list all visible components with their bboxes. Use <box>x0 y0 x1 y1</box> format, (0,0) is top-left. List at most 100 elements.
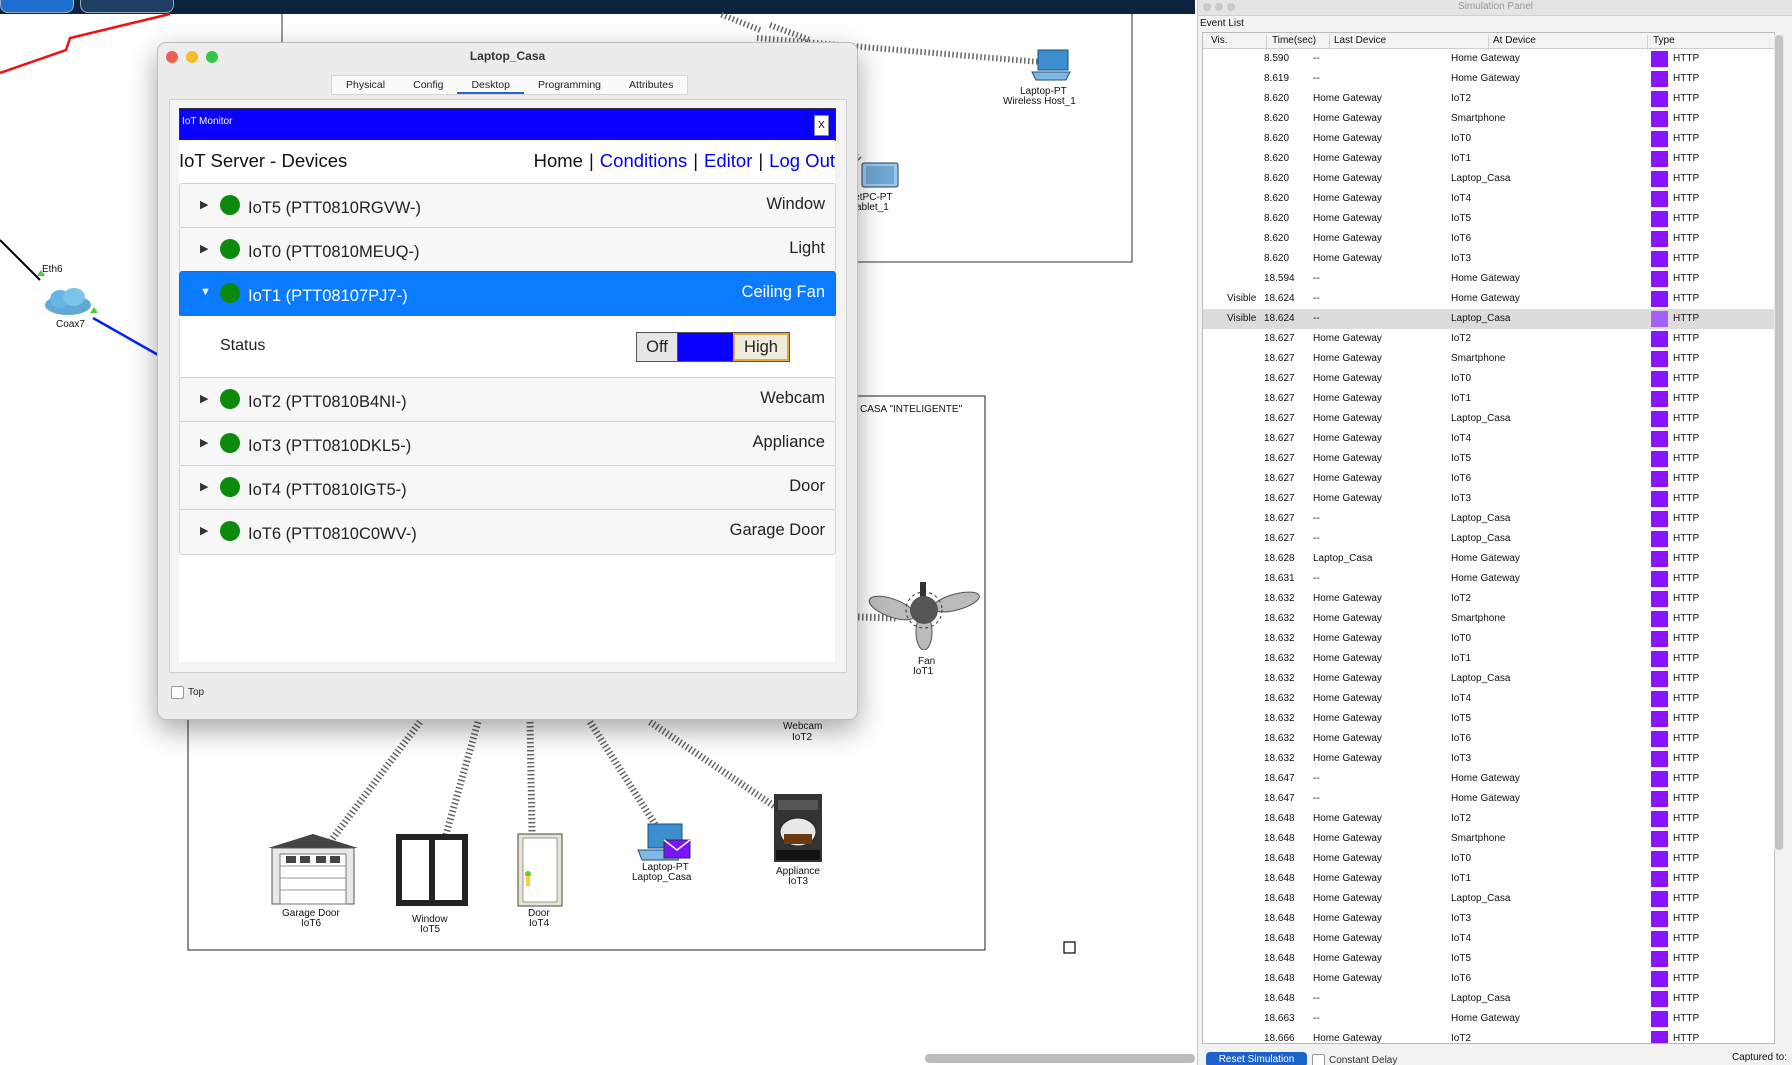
nav-logout-link[interactable]: Log Out <box>769 150 835 171</box>
event-row[interactable]: 18.627 Home Gateway IoT0 HTTP <box>1203 369 1774 389</box>
nav-home[interactable]: Home <box>534 150 583 171</box>
event-row[interactable]: 18.632 Home Gateway IoT6 HTTP <box>1203 729 1774 749</box>
event-row[interactable]: 18.632 Home Gateway IoT4 HTTP <box>1203 689 1774 709</box>
ceiling-fan-icon[interactable] <box>868 580 982 650</box>
event-row[interactable]: 8.620 Home Gateway IoT4 HTTP <box>1203 189 1774 209</box>
device-row-iot2[interactable]: ▶ IoT2 (PTT0810B4NI-) Webcam <box>179 377 836 423</box>
event-row[interactable]: 18.627 Home Gateway IoT6 HTTP <box>1203 469 1774 489</box>
event-row[interactable]: 18.594 -- Home Gateway HTTP <box>1203 269 1774 289</box>
event-row[interactable]: 18.627 -- Laptop_Casa HTTP <box>1203 509 1774 529</box>
col-header-vis[interactable]: Vis. <box>1211 35 1228 46</box>
event-row[interactable]: 18.647 -- Home Gateway HTTP <box>1203 789 1774 809</box>
event-row[interactable]: 8.590 -- Home Gateway HTTP <box>1203 49 1774 69</box>
event-row[interactable]: 18.648 Home Gateway IoT4 HTTP <box>1203 929 1774 949</box>
event-last-device: Home Gateway <box>1313 373 1382 384</box>
col-header-last-device[interactable]: Last Device <box>1334 35 1386 46</box>
event-row[interactable]: 18.627 Home Gateway IoT5 HTTP <box>1203 449 1774 469</box>
laptop-casa-icon[interactable] <box>634 820 694 864</box>
event-row[interactable]: 18.648 Home Gateway IoT6 HTTP <box>1203 969 1774 989</box>
tab-attributes[interactable]: Attributes <box>615 76 687 94</box>
event-row[interactable]: 8.619 -- Home Gateway HTTP <box>1203 69 1774 89</box>
event-row[interactable]: 18.631 -- Home Gateway HTTP <box>1203 569 1774 589</box>
event-row[interactable]: 18.632 Home Gateway IoT5 HTTP <box>1203 709 1774 729</box>
event-row[interactable]: 18.627 Home Gateway IoT2 HTTP <box>1203 329 1774 349</box>
col-header-time[interactable]: Time(sec) <box>1272 35 1316 46</box>
reset-simulation-button[interactable]: Reset Simulation <box>1206 1052 1307 1065</box>
tab-physical[interactable]: Physical <box>332 76 399 94</box>
workspace-horizontal-scrollbar[interactable] <box>925 1054 1195 1063</box>
event-row[interactable]: 8.620 Home Gateway IoT2 HTTP <box>1203 89 1774 109</box>
device-row-iot1[interactable]: ▼ IoT1 (PTT08107PJ7-) Ceiling Fan <box>179 271 836 317</box>
nav-editor-link[interactable]: Editor <box>704 150 752 171</box>
event-row[interactable]: 8.620 Home Gateway Laptop_Casa HTTP <box>1203 169 1774 189</box>
event-at-device: IoT1 <box>1451 153 1472 164</box>
device-row-iot4[interactable]: ▶ IoT4 (PTT0810IGT5-) Door <box>179 465 836 511</box>
cloud-icon[interactable] <box>42 287 94 317</box>
event-row[interactable]: 8.620 Home Gateway IoT1 HTTP <box>1203 149 1774 169</box>
event-row[interactable]: 18.627 Home Gateway IoT1 HTTP <box>1203 389 1774 409</box>
constant-delay-checkbox[interactable]: Constant Delay <box>1312 1054 1397 1065</box>
coffee-maker-icon[interactable] <box>772 792 824 864</box>
event-row[interactable]: 18.627 Home Gateway IoT4 HTTP <box>1203 429 1774 449</box>
event-row[interactable]: 18.648 Home Gateway IoT2 HTTP <box>1203 809 1774 829</box>
iot-monitor-close-button[interactable]: X <box>814 115 829 136</box>
event-row[interactable]: 18.632 Home Gateway IoT2 HTTP <box>1203 589 1774 609</box>
event-type-color-swatch <box>1651 851 1668 867</box>
nav-conditions-link[interactable]: Conditions <box>600 150 687 171</box>
event-row[interactable]: 8.620 Home Gateway IoT6 HTTP <box>1203 229 1774 249</box>
event-row[interactable]: 18.632 Home Gateway Smartphone HTTP <box>1203 609 1774 629</box>
event-last-device: Home Gateway <box>1313 193 1382 204</box>
event-type-color-swatch <box>1651 51 1668 67</box>
device-row-iot0[interactable]: ▶ IoT0 (PTT0810MEUQ-) Light <box>179 227 836 273</box>
event-row[interactable]: 18.648 Home Gateway IoT1 HTTP <box>1203 869 1774 889</box>
event-row[interactable]: 18.648 Home Gateway Laptop_Casa HTTP <box>1203 889 1774 909</box>
tab-programming[interactable]: Programming <box>524 76 615 94</box>
door-icon[interactable] <box>516 832 564 908</box>
event-row[interactable]: 18.663 -- Home Gateway HTTP <box>1203 1009 1774 1029</box>
event-row[interactable]: 8.620 Home Gateway IoT5 HTTP <box>1203 209 1774 229</box>
event-row[interactable]: Visible 18.624 -- Home Gateway HTTP <box>1203 289 1774 309</box>
event-row[interactable]: 18.627 Home Gateway Smartphone HTTP <box>1203 349 1774 369</box>
fan-high-button[interactable]: High <box>733 333 789 361</box>
col-header-type[interactable]: Type <box>1653 35 1675 46</box>
event-row[interactable]: 18.648 Home Gateway IoT3 HTTP <box>1203 909 1774 929</box>
event-row[interactable]: 18.627 Home Gateway IoT3 HTTP <box>1203 489 1774 509</box>
checkbox-box[interactable] <box>171 686 184 699</box>
device-row-iot3[interactable]: ▶ IoT3 (PTT0810DKL5-) Appliance <box>179 421 836 467</box>
event-row[interactable]: 18.632 Home Gateway IoT0 HTTP <box>1203 629 1774 649</box>
event-row[interactable]: 18.648 Home Gateway IoT5 HTTP <box>1203 949 1774 969</box>
tab-desktop[interactable]: Desktop <box>457 76 524 94</box>
event-row[interactable]: 18.666 Home Gateway IoT2 HTTP <box>1203 1029 1774 1043</box>
event-row[interactable]: 18.648 Home Gateway Smartphone HTTP <box>1203 829 1774 849</box>
tab-config[interactable]: Config <box>399 76 457 94</box>
event-row[interactable]: 8.620 Home Gateway IoT3 HTTP <box>1203 249 1774 269</box>
event-row[interactable]: 18.632 Home Gateway IoT3 HTTP <box>1203 749 1774 769</box>
event-list-label: Event List <box>1200 18 1244 29</box>
event-row[interactable]: 18.648 -- Laptop_Casa HTTP <box>1203 989 1774 1009</box>
event-row[interactable]: 8.620 Home Gateway Smartphone HTTP <box>1203 109 1774 129</box>
event-row[interactable]: 18.632 Home Gateway IoT1 HTTP <box>1203 649 1774 669</box>
tablet-icon[interactable] <box>858 160 902 190</box>
fan-low-button[interactable]: Low <box>678 333 733 361</box>
event-row[interactable]: Visible 18.624 -- Laptop_Casa HTTP <box>1203 309 1774 329</box>
top-checkbox[interactable]: Top <box>171 686 204 699</box>
event-row[interactable]: 18.628 Laptop_Casa Home Gateway HTTP <box>1203 549 1774 569</box>
event-at-device: IoT6 <box>1451 733 1472 744</box>
garage-door-icon[interactable] <box>266 832 360 906</box>
event-row[interactable]: 18.632 Home Gateway Laptop_Casa HTTP <box>1203 669 1774 689</box>
event-row[interactable]: 18.627 -- Laptop_Casa HTTP <box>1203 529 1774 549</box>
fan-off-button[interactable]: Off <box>637 333 678 361</box>
scrollbar-thumb[interactable] <box>1775 35 1783 850</box>
laptop-icon[interactable] <box>1030 48 1072 82</box>
checkbox-box[interactable] <box>1312 1054 1325 1065</box>
device-row-iot5[interactable]: ▶ IoT5 (PTT0810RGVW-) Window <box>179 183 836 229</box>
event-row[interactable]: 18.647 -- Home Gateway HTTP <box>1203 769 1774 789</box>
col-header-at-device[interactable]: At Device <box>1493 35 1536 46</box>
window-icon[interactable] <box>394 832 470 908</box>
event-list-scrollbar[interactable] <box>1774 35 1784 850</box>
device-row-iot6[interactable]: ▶ IoT6 (PTT0810C0WV-) Garage Door <box>179 509 836 555</box>
event-row[interactable]: 18.627 Home Gateway Laptop_Casa HTTP <box>1203 409 1774 429</box>
event-row[interactable]: 8.620 Home Gateway IoT0 HTTP <box>1203 129 1774 149</box>
event-row[interactable]: 18.648 Home Gateway IoT0 HTTP <box>1203 849 1774 869</box>
window-label-2: IoT5 <box>420 924 441 935</box>
